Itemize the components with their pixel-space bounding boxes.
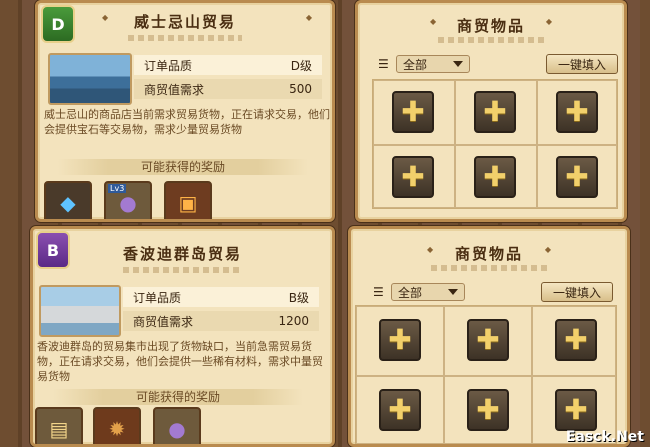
auto-fill-button[interactable]: 一键填入: [546, 54, 618, 74]
quality-row: 订单品质 D级: [134, 55, 322, 75]
diamond-deco-icon: ◆: [305, 13, 312, 22]
goods-title: 商贸物品: [454, 245, 523, 263]
filter-value: 全部: [398, 285, 423, 300]
plus-icon: ✚: [476, 393, 500, 426]
trade-description: 威士忌山的商品店当前需求贸易货物，正在请求交易，他们会提供宝石等交易物，需求少量…: [44, 108, 330, 136]
goods-slot-grid: ✚ ✚ ✚ ✚ ✚ ✚: [372, 79, 618, 209]
add-goods-slot[interactable]: ✚: [467, 389, 509, 431]
need-value: 1200: [278, 314, 309, 328]
quality-row: 订单品质 B级: [123, 287, 319, 307]
add-goods-slot[interactable]: ✚: [474, 156, 516, 198]
title-divider: [438, 37, 544, 43]
add-goods-slot[interactable]: ✚: [474, 91, 516, 133]
need-row: 商贸值需求 500: [134, 79, 322, 99]
trade-description: 香波迪群岛的贸易集市出现了货物缺口，当前急需贸易货物，正在请求交易，他们会提供一…: [37, 340, 323, 383]
slot-cell: ✚: [373, 145, 455, 208]
site-watermark: Easck.Net: [565, 429, 644, 445]
rewards-heading: 可能获得的奖励: [53, 389, 303, 405]
need-label: 商贸值需求: [144, 82, 205, 97]
reward-treasure-chest[interactable]: ✹: [93, 407, 141, 444]
scroll-map-icon: ▤: [49, 417, 69, 441]
need-value: 500: [289, 82, 312, 96]
slot-cell: ✚: [532, 306, 616, 376]
rewards-heading: 可能获得的奖励: [58, 159, 308, 175]
title-divider: [128, 35, 242, 41]
purple-bag-icon: ●: [168, 417, 186, 441]
plus-icon: ✚: [401, 95, 425, 128]
slot-cell: ✚: [356, 376, 444, 444]
slot-cell: ✚: [444, 376, 532, 444]
trade-order-panel: D ◆ 威士忌山贸易 ◆ 订单品质 D级 商贸值需求 500 威士忌山的商品店当…: [35, 0, 335, 222]
chevron-down-icon: [453, 61, 463, 67]
trade-goods-panel: ◆ 商贸物品 ◆ ☰ 全部 一键填入 ✚ ✚ ✚ ✚ ✚ ✚: [348, 226, 630, 447]
plus-icon: ✚: [564, 323, 588, 356]
plus-icon: ✚: [388, 323, 412, 356]
plus-icon: ✚: [565, 160, 589, 193]
trade-order-panel: B 香波迪群岛贸易 订单品质 B级 商贸值需求 1200 香波迪群岛的贸易集市出…: [30, 226, 335, 447]
category-filter-select[interactable]: 全部: [396, 55, 470, 73]
add-goods-slot[interactable]: ✚: [556, 156, 598, 198]
slot-cell: ✚: [455, 145, 537, 208]
plus-icon: ✚: [401, 160, 425, 193]
blue-gem-icon: ◆: [60, 191, 76, 215]
slot-cell: ✚: [537, 80, 617, 145]
plus-icon: ✚: [388, 393, 412, 426]
reward-scroll-map[interactable]: ▤: [35, 407, 83, 444]
reward-red-book[interactable]: ▣: [164, 181, 212, 219]
add-goods-slot[interactable]: ✚: [379, 389, 421, 431]
slot-cell: ✚: [373, 80, 455, 145]
quality-label: 订单品质: [133, 290, 182, 305]
title-divider: [123, 267, 242, 273]
add-goods-slot[interactable]: ✚: [392, 91, 434, 133]
plus-icon: ✚: [476, 323, 500, 356]
slot-cell: ✚: [455, 80, 537, 145]
goods-title: 商贸物品: [456, 17, 525, 35]
add-goods-slot[interactable]: ✚: [467, 319, 509, 361]
plus-icon: ✚: [565, 95, 589, 128]
reward-purple-bag[interactable]: Lv3 ●: [104, 181, 152, 219]
red-book-icon: ▣: [178, 191, 198, 215]
destination-thumbnail: [48, 53, 132, 105]
filter-value: 全部: [403, 57, 428, 72]
chevron-down-icon: [448, 289, 458, 295]
destination-thumbnail: [39, 285, 121, 337]
category-filter-select[interactable]: 全部: [391, 283, 465, 301]
reward-purple-bag[interactable]: ●: [153, 407, 201, 444]
slot-cell: ✚: [537, 145, 617, 208]
diamond-deco-icon: ◆: [545, 17, 552, 26]
trade-title: 威士忌山贸易: [133, 13, 236, 31]
add-goods-slot[interactable]: ✚: [555, 319, 597, 361]
list-filter-icon: ☰: [373, 285, 384, 299]
reward-blue-gem[interactable]: ◆: [44, 181, 92, 219]
plus-icon: ✚: [483, 95, 507, 128]
treasure-chest-icon: ✹: [108, 417, 126, 441]
plus-icon: ✚: [483, 160, 507, 193]
add-goods-slot[interactable]: ✚: [556, 91, 598, 133]
need-label: 商贸值需求: [133, 314, 194, 329]
diamond-deco-icon: ◆: [544, 245, 551, 254]
level-badge: Lv3: [108, 184, 127, 193]
auto-fill-button[interactable]: 一键填入: [541, 282, 613, 302]
plus-icon: ✚: [564, 393, 588, 426]
slot-cell: ✚: [356, 306, 444, 376]
quality-value: D级: [290, 58, 312, 73]
need-row: 商贸值需求 1200: [123, 311, 319, 331]
title-divider: [431, 265, 547, 271]
slot-cell: ✚: [444, 306, 532, 376]
purple-bag-icon: ●: [119, 191, 137, 215]
trade-goods-panel: ◆ 商贸物品 ◆ ☰ 全部 一键填入 ✚ ✚ ✚ ✚ ✚ ✚: [355, 0, 627, 222]
quality-label: 订单品质: [144, 58, 193, 73]
trade-title: 香波迪群岛贸易: [122, 245, 242, 263]
add-goods-slot[interactable]: ✚: [555, 389, 597, 431]
list-filter-icon: ☰: [378, 57, 389, 71]
add-goods-slot[interactable]: ✚: [379, 319, 421, 361]
goods-slot-grid: ✚ ✚ ✚ ✚ ✚ ✚: [355, 305, 617, 444]
add-goods-slot[interactable]: ✚: [392, 156, 434, 198]
quality-value: B级: [288, 290, 309, 305]
